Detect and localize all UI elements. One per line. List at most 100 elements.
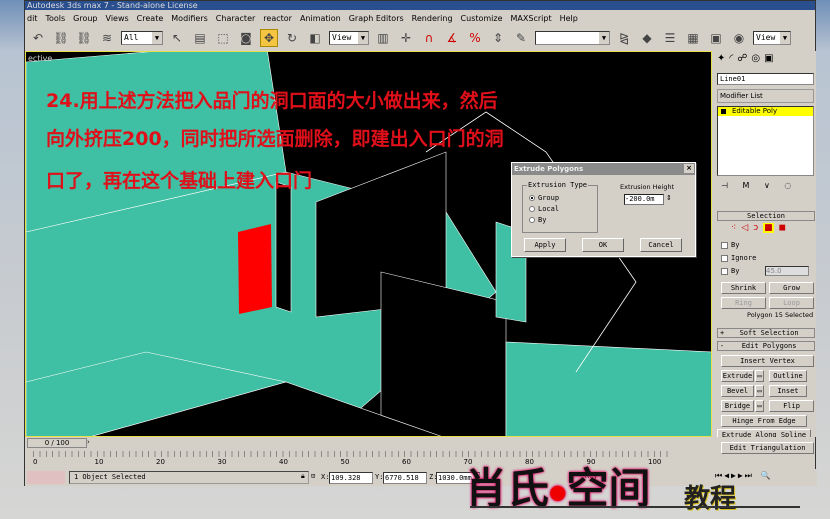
edit-polygons-rollout[interactable]: - Edit Polygons: [717, 341, 815, 351]
menu-views[interactable]: Views: [106, 11, 129, 26]
bridge-settings-button[interactable]: ▭: [755, 400, 764, 412]
ignore-backfacing-checkbox[interactable]: Ignore: [721, 254, 756, 262]
display-tab-icon[interactable]: ▣: [764, 53, 773, 64]
shrink-button[interactable]: Shrink: [721, 282, 766, 294]
object-name-input[interactable]: Line01: [717, 73, 814, 85]
link-icon[interactable]: ⛓: [52, 29, 70, 47]
motion-tab-icon[interactable]: ◎: [751, 53, 760, 64]
close-icon[interactable]: ×: [684, 164, 694, 173]
menu-reactor[interactable]: reactor: [263, 11, 292, 26]
soft-selection-rollout[interactable]: + Soft Selection: [717, 328, 815, 338]
radio-local[interactable]: Local: [529, 205, 559, 213]
next-frame-icon[interactable]: ›: [87, 438, 90, 446]
loop-button[interactable]: Loop: [769, 297, 814, 309]
menu-help[interactable]: Help: [560, 11, 578, 26]
menu-animation[interactable]: Animation: [300, 11, 341, 26]
menu-edit[interactable]: dit: [27, 11, 37, 26]
select-by-name-icon[interactable]: ▤: [191, 29, 209, 47]
region-select-icon[interactable]: ⬚: [214, 29, 232, 47]
move-icon[interactable]: ✥: [260, 29, 278, 47]
menu-customize[interactable]: Customize: [461, 11, 503, 26]
menu-maxscript[interactable]: MAXScript: [511, 11, 552, 26]
apply-button[interactable]: Apply: [524, 238, 566, 252]
by-vertex-checkbox[interactable]: By: [721, 241, 739, 249]
radio-by[interactable]: By: [529, 216, 546, 224]
cancel-button[interactable]: Cancel: [640, 238, 682, 252]
flip-button[interactable]: Flip: [769, 400, 814, 412]
percent-snap-icon[interactable]: %: [466, 29, 484, 47]
menu-group[interactable]: Group: [73, 11, 97, 26]
snap-icon[interactable]: ∩: [420, 29, 438, 47]
extrude-along-spline-button[interactable]: Extrude Along Spline: [717, 429, 811, 437]
menu-create[interactable]: Create: [137, 11, 164, 26]
hinge-from-edge-button[interactable]: Hinge From Edge: [721, 415, 807, 427]
scale-icon[interactable]: ◧: [306, 29, 324, 47]
extrude-button[interactable]: Extrude: [721, 370, 754, 382]
layer-icon[interactable]: ☰: [661, 29, 679, 47]
bevel-button[interactable]: Bevel: [721, 385, 754, 397]
menu-tools[interactable]: Tools: [45, 11, 65, 26]
hierarchy-tab-icon[interactable]: ☍: [737, 53, 747, 64]
viewport-label[interactable]: ective: [28, 54, 52, 63]
material-editor-icon[interactable]: ◉: [730, 29, 748, 47]
menu-graph-editors[interactable]: Graph Editors: [349, 11, 404, 26]
vertex-icon[interactable]: ⁖: [731, 223, 736, 233]
mirror-icon[interactable]: ⧎: [615, 29, 633, 47]
reference-coordinate-dropdown[interactable]: View ▼: [329, 31, 369, 45]
menu-character[interactable]: Character: [216, 11, 256, 26]
maxscript-listener[interactable]: [27, 471, 65, 484]
x-coordinate-input[interactable]: 109.328: [329, 472, 373, 484]
window-crossing-icon[interactable]: ◙: [237, 29, 255, 47]
radio-local-label: Local: [538, 205, 560, 213]
rotate-icon[interactable]: ↻: [283, 29, 301, 47]
ring-button[interactable]: Ring: [721, 297, 766, 309]
radio-group[interactable]: Group: [529, 194, 559, 202]
create-tab-icon[interactable]: ✦: [717, 53, 725, 64]
stack-item-editable-poly[interactable]: Editable Poly: [718, 107, 813, 116]
outline-button[interactable]: Outline: [769, 370, 807, 382]
bevel-settings-button[interactable]: ▭: [755, 385, 764, 397]
render-type-dropdown[interactable]: View ▼: [753, 31, 791, 45]
spinner-icon[interactable]: ⇕: [666, 194, 672, 202]
by-angle-checkbox[interactable]: By: [721, 267, 739, 275]
time-slider[interactable]: 0 / 100: [27, 438, 87, 448]
unlink-icon[interactable]: ⛓: [75, 29, 93, 47]
y-coordinate-input[interactable]: 6770.518: [383, 472, 427, 484]
named-selection-dropdown[interactable]: ▼: [535, 31, 610, 45]
edge-icon[interactable]: ◁: [741, 223, 748, 233]
extrusion-height-input[interactable]: -200.0m: [624, 194, 664, 205]
menu-modifiers[interactable]: Modifiers: [171, 11, 208, 26]
modifier-list-dropdown[interactable]: Modifier List: [717, 89, 814, 103]
angle-input[interactable]: 45.0: [765, 266, 809, 276]
manipulate-icon[interactable]: ✛: [397, 29, 415, 47]
menu-rendering[interactable]: Rendering: [412, 11, 453, 26]
border-icon[interactable]: ↄ: [753, 223, 758, 233]
perspective-viewport[interactable]: ective 24.用上述方法把入品门的洞口面的大小做出来，然后 向外挤压200…: [25, 51, 712, 437]
selection-filter-dropdown[interactable]: All ▼: [121, 31, 163, 45]
schematic-icon[interactable]: ▣: [707, 29, 725, 47]
angle-snap-icon[interactable]: ∡: [443, 29, 461, 47]
curve-editor-icon[interactable]: ▦: [684, 29, 702, 47]
insert-vertex-button[interactable]: Insert Vertex: [721, 355, 814, 367]
modify-tab-icon[interactable]: ◜: [729, 53, 733, 64]
selection-rollout-header[interactable]: Selection: [717, 211, 815, 221]
select-arrow-icon[interactable]: ↖: [168, 29, 186, 47]
inset-button[interactable]: Inset: [769, 385, 807, 397]
extrude-settings-button[interactable]: ▭: [755, 370, 764, 382]
absolute-mode-icon[interactable]: ⊡: [311, 472, 315, 480]
bridge-button[interactable]: Bridge: [721, 400, 754, 412]
edit-triangulation-button[interactable]: Edit Triangulation: [721, 442, 814, 454]
radio-by-label: By: [538, 216, 547, 224]
undo-icon[interactable]: ↶: [29, 29, 47, 47]
ok-button[interactable]: OK: [582, 238, 624, 252]
polygon-icon[interactable]: ■: [763, 223, 774, 233]
stack-tools[interactable]: ⊣ M ∨ ◌: [721, 181, 797, 190]
bind-spacewarp-icon[interactable]: ≋: [98, 29, 116, 47]
lock-icon[interactable]: 🔒︎: [301, 472, 305, 481]
align-icon[interactable]: ◆: [638, 29, 656, 47]
pivot-icon[interactable]: ▥: [374, 29, 392, 47]
grow-button[interactable]: Grow: [769, 282, 814, 294]
edit-named-selection-icon[interactable]: ✎: [512, 29, 530, 47]
spinner-snap-icon[interactable]: ⇕: [489, 29, 507, 47]
element-icon[interactable]: ◼: [779, 223, 786, 233]
